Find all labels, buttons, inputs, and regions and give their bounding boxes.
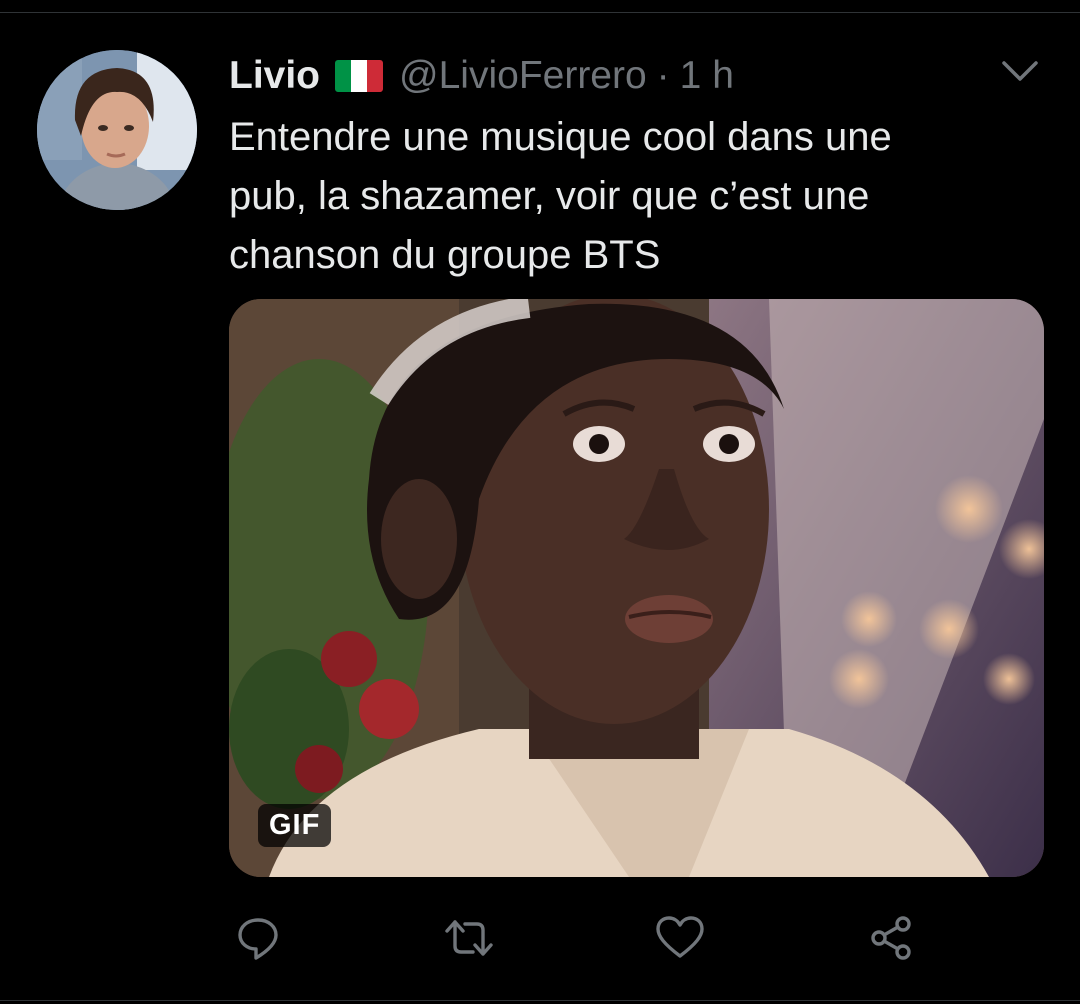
tweet-text-line: chanson du groupe BTS	[229, 233, 661, 277]
timestamp[interactable]: 1 h	[680, 54, 734, 98]
gif-media[interactable]: GIF	[229, 299, 1044, 877]
flag-white-stripe	[351, 60, 368, 92]
chevron-down-icon	[1002, 61, 1038, 81]
bottom-divider	[0, 1000, 1080, 1001]
retweet-icon	[445, 920, 493, 956]
tweet-actions	[0, 908, 1080, 968]
gif-badge: GIF	[258, 804, 332, 847]
italy-flag-icon	[335, 60, 384, 92]
tweet-header: Livio @LivioFerrero · 1 h	[229, 50, 734, 102]
author-name[interactable]: Livio	[229, 54, 320, 98]
tweet-text-line: pub, la shazamer, voir que c’est une	[229, 174, 870, 218]
like-button[interactable]	[650, 908, 710, 968]
avatar[interactable]	[37, 50, 197, 210]
top-divider	[0, 12, 1080, 13]
flag-green-stripe	[335, 60, 352, 92]
reply-button[interactable]	[228, 908, 288, 968]
tweet-text-line: Entendre une musique cool dans une	[229, 115, 892, 159]
more-options-button[interactable]	[1000, 56, 1040, 88]
like-icon	[656, 916, 704, 958]
share-button[interactable]	[861, 908, 921, 968]
meta-separator: ·	[656, 54, 670, 97]
author-handle[interactable]: @LivioFerrero	[399, 54, 647, 98]
reply-icon	[238, 918, 278, 960]
share-icon	[871, 916, 911, 960]
flag-red-stripe	[367, 60, 384, 92]
gif-frame-image	[229, 299, 1044, 877]
tweet-text: Entendre une musique cool dans une pub, …	[229, 108, 1049, 285]
retweet-button[interactable]	[439, 908, 499, 968]
avatar-photo	[37, 50, 197, 210]
